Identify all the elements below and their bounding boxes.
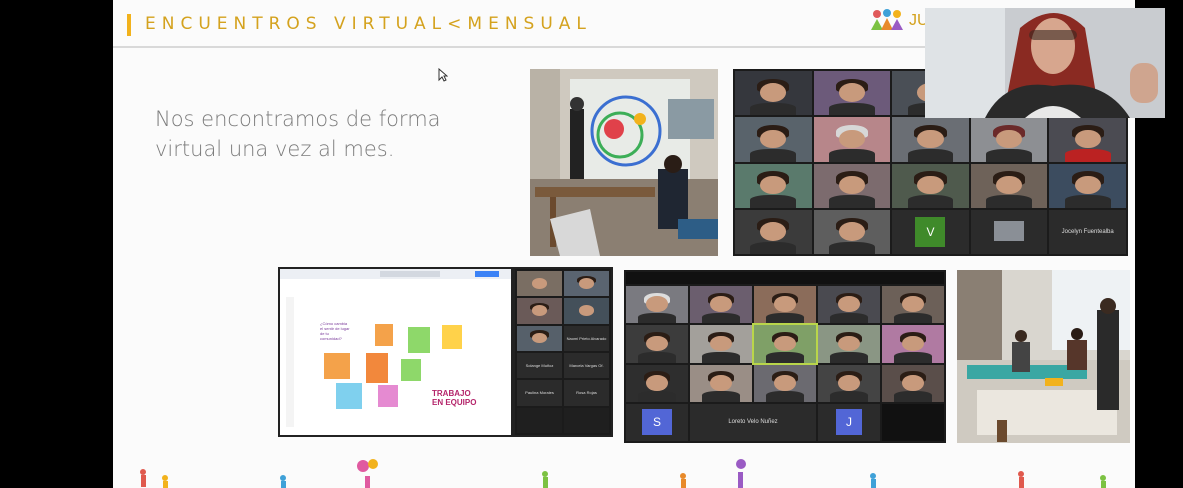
- title-separator: <: [447, 14, 468, 34]
- whiteboard-title: TRABAJO EN EQUIPO: [432, 389, 477, 407]
- video-tile-avatar[interactable]: V: [892, 209, 969, 254]
- video-tile-avatar[interactable]: S: [626, 403, 688, 441]
- video-tile[interactable]: [882, 286, 944, 324]
- participant-name: Jocelyn Fuentealba: [1061, 228, 1114, 235]
- whiteboard-sidebar: [286, 297, 294, 427]
- org-logo-icon: [871, 9, 903, 30]
- empty-tile: [517, 407, 562, 433]
- slide-title: ENCUENTROS VIRTUAL<MENSUAL: [145, 14, 592, 34]
- whiteboard-screenshot: ¿Cómo cambia el sentir de lugar de tu co…: [278, 267, 513, 437]
- grid-header-bar: [626, 272, 944, 284]
- participant-name-tile[interactable]: Marcela Vargas Of.: [564, 353, 609, 379]
- whiteboard-participants-grid: Naomi Prieto Alvarado Solange Muñoz Marc…: [513, 267, 613, 437]
- participant-name-tile[interactable]: Paulina Morales: [517, 380, 562, 406]
- video-tile[interactable]: [892, 163, 969, 208]
- video-tile[interactable]: [882, 364, 944, 402]
- video-tile[interactable]: [690, 286, 752, 324]
- video-tile[interactable]: [818, 364, 880, 402]
- video-tile[interactable]: [813, 209, 891, 254]
- video-tile[interactable]: [970, 209, 1048, 254]
- video-tile[interactable]: [564, 271, 609, 297]
- video-tile[interactable]: [882, 403, 944, 441]
- video-tile[interactable]: [882, 325, 944, 363]
- video-tile[interactable]: [690, 325, 752, 363]
- video-tile-name-only[interactable]: Jocelyn Fuentealba: [1049, 209, 1126, 254]
- video-tile[interactable]: [818, 325, 880, 363]
- title-part-2: MENSUAL: [467, 14, 592, 34]
- video-tile[interactable]: [754, 286, 816, 324]
- video-tile[interactable]: [735, 163, 812, 208]
- participant-name-tile[interactable]: Solange Muñoz: [517, 353, 562, 379]
- video-grid-bottom: S Loreto Velo Nuñez J: [624, 270, 946, 443]
- presenter-webcam: [925, 8, 1165, 118]
- slide-subtitle: Nos encontramos de forma virtual una vez…: [155, 107, 441, 161]
- participant-avatar: S: [642, 409, 672, 436]
- photo-classroom-art: [530, 69, 718, 256]
- title-divider: [113, 46, 933, 48]
- video-tile[interactable]: [818, 286, 880, 324]
- participant-name-tile[interactable]: Rosa Rojas: [564, 380, 609, 406]
- video-tile[interactable]: [626, 364, 688, 402]
- participant-name-tile[interactable]: Naomi Prieto Alvarado: [564, 325, 609, 351]
- video-tile[interactable]: [626, 325, 688, 363]
- video-tile[interactable]: [564, 298, 609, 324]
- video-tile[interactable]: [735, 71, 812, 116]
- video-tile-name-only[interactable]: Loreto Velo Nuñez: [690, 403, 816, 441]
- video-tile[interactable]: [517, 325, 562, 351]
- confetti-figures: [140, 459, 1106, 488]
- video-tile[interactable]: [970, 117, 1048, 162]
- video-tile[interactable]: [517, 298, 562, 324]
- video-tile[interactable]: [735, 117, 812, 162]
- photo-workspace: [957, 270, 1130, 443]
- video-tile[interactable]: [970, 163, 1048, 208]
- video-tile[interactable]: [690, 364, 752, 402]
- video-tile-avatar[interactable]: J: [818, 403, 880, 441]
- participant-avatar: J: [836, 409, 862, 436]
- participant-name: Loreto Velo Nuñez: [728, 419, 778, 426]
- whiteboard-question: ¿Cómo cambia el sentir de lugar de tu co…: [320, 321, 350, 341]
- video-tile[interactable]: [813, 117, 891, 162]
- title-accent-bar: [127, 14, 131, 36]
- video-tile[interactable]: [754, 364, 816, 402]
- participant-avatar: V: [915, 216, 946, 247]
- video-tile[interactable]: [752, 323, 818, 365]
- video-tile[interactable]: [735, 209, 812, 254]
- video-tile[interactable]: [1049, 163, 1126, 208]
- video-tile[interactable]: [813, 163, 891, 208]
- video-tile[interactable]: [626, 286, 688, 324]
- mouse-cursor-icon: [438, 68, 448, 82]
- empty-tile: [564, 407, 609, 433]
- video-tile[interactable]: [517, 271, 562, 297]
- title-part-1: ENCUENTROS VIRTUAL: [145, 14, 448, 34]
- video-tile[interactable]: [813, 71, 891, 116]
- video-tile[interactable]: [1049, 117, 1126, 162]
- video-tile[interactable]: [892, 117, 969, 162]
